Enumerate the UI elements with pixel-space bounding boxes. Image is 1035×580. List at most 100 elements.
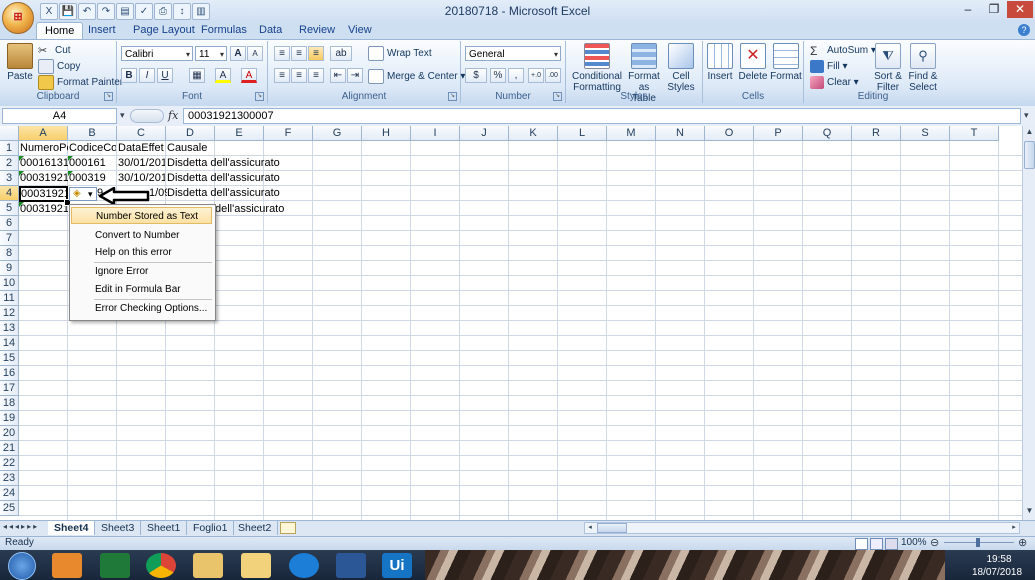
scroll-right-icon[interactable]: ▸: [1009, 523, 1019, 533]
cell-D1[interactable]: Causale: [166, 141, 307, 156]
explorer-icon[interactable]: [193, 553, 223, 578]
fill-color-button[interactable]: A: [215, 68, 231, 83]
insert-sheet-icon[interactable]: [280, 522, 296, 534]
cell-B3[interactable]: 000319: [68, 171, 116, 186]
select-all-corner[interactable]: [0, 126, 19, 141]
sheet-tab-foglio1[interactable]: Foglio1: [187, 521, 235, 535]
tab-page-layout[interactable]: Page Layout: [125, 22, 203, 39]
row-header-9[interactable]: 9: [0, 261, 19, 276]
row-header-13[interactable]: 13: [0, 321, 19, 336]
row-header-18[interactable]: 18: [0, 396, 19, 411]
column-header-r[interactable]: R: [852, 126, 901, 141]
formula-input[interactable]: 00031921300007: [183, 108, 1021, 124]
wrap-text-button[interactable]: Wrap Text: [368, 46, 432, 61]
column-header-b[interactable]: B: [68, 126, 117, 141]
align-middle-button[interactable]: ≡: [291, 46, 307, 61]
borders-button[interactable]: ▦: [189, 68, 205, 83]
media-player-icon[interactable]: [52, 553, 82, 578]
expand-formula-bar-icon[interactable]: ▾: [1024, 110, 1029, 121]
cut-button[interactable]: ✂ Cut: [38, 43, 71, 58]
align-top-button[interactable]: ≡: [274, 46, 290, 61]
font-name-select[interactable]: Calibri ▾: [121, 46, 193, 61]
shrink-font-button[interactable]: A: [247, 46, 263, 61]
row-header-5[interactable]: 5: [0, 201, 19, 216]
column-header-q[interactable]: Q: [803, 126, 852, 141]
cell-A2[interactable]: 000161313: [19, 156, 68, 171]
sync-icon[interactable]: [289, 553, 319, 578]
column-header-s[interactable]: S: [901, 126, 950, 141]
cell-D3[interactable]: Disdetta dell'assicurato: [166, 171, 307, 186]
font-launcher-icon[interactable]: ↘: [255, 92, 264, 101]
row-header-8[interactable]: 8: [0, 246, 19, 261]
insert-function-icon[interactable]: fx: [168, 108, 182, 124]
column-header-p[interactable]: P: [754, 126, 803, 141]
tab-view[interactable]: View: [340, 22, 380, 39]
delete-cells-button[interactable]: ✕ Delete: [737, 43, 769, 82]
bold-button[interactable]: B: [121, 68, 137, 83]
menu-item-edit-in-formula-bar[interactable]: Edit in Formula Bar: [71, 281, 212, 298]
orientation-button[interactable]: ab: [330, 46, 352, 61]
row-header-22[interactable]: 22: [0, 456, 19, 471]
underline-button[interactable]: U: [157, 68, 173, 83]
number-launcher-icon[interactable]: ↘: [553, 92, 562, 101]
horizontal-scrollbar[interactable]: ◂ ▸: [584, 522, 1020, 534]
vertical-scrollbar[interactable]: ▲ ▼: [1022, 126, 1035, 520]
column-header-c[interactable]: C: [117, 126, 166, 141]
start-button-icon[interactable]: [8, 552, 36, 580]
clear-button[interactable]: Clear ▾: [810, 75, 859, 90]
row-header-2[interactable]: 2: [0, 156, 19, 171]
row-header-21[interactable]: 21: [0, 441, 19, 456]
row-header-10[interactable]: 10: [0, 276, 19, 291]
comma-button[interactable]: ,: [508, 68, 524, 83]
menu-item-ignore-error[interactable]: Ignore Error: [71, 263, 212, 280]
tab-insert[interactable]: Insert: [80, 22, 124, 39]
excel-taskbar-icon[interactable]: [100, 553, 130, 578]
decrease-decimal-button[interactable]: .00: [545, 68, 561, 83]
cell-A1[interactable]: NumeroPo: [19, 141, 68, 156]
tab-formulas[interactable]: Formulas: [193, 22, 255, 39]
row-header-24[interactable]: 24: [0, 486, 19, 501]
cell-C4[interactable]: 1/09/201: [148, 186, 167, 201]
tab-review[interactable]: Review: [291, 22, 343, 39]
column-header-i[interactable]: I: [411, 126, 460, 141]
column-header-o[interactable]: O: [705, 126, 754, 141]
column-header-l[interactable]: L: [558, 126, 607, 141]
number-format-select[interactable]: General ▾: [465, 46, 561, 61]
tab-home[interactable]: Home: [36, 22, 84, 40]
cell-D4[interactable]: Disdetta dell'assicurato: [166, 186, 307, 201]
cell-C1[interactable]: DataEffet: [117, 141, 165, 156]
sheet-nav-arrows-icon[interactable]: ◂◂◂▸▸▸: [3, 522, 39, 531]
zoom-slider-thumb[interactable]: [976, 538, 980, 547]
fill-button[interactable]: Fill ▾: [810, 59, 848, 74]
column-header-e[interactable]: E: [215, 126, 264, 141]
cell-A5[interactable]: 000319213: [19, 202, 68, 217]
italic-button[interactable]: I: [139, 68, 155, 83]
menu-item-convert-to-number[interactable]: Convert to Number: [71, 227, 212, 244]
row-header-3[interactable]: 3: [0, 171, 19, 186]
cell-B1[interactable]: CodiceCo: [68, 141, 116, 156]
column-header-k[interactable]: K: [509, 126, 558, 141]
normal-view-icon[interactable]: [855, 538, 868, 550]
merge-center-button[interactable]: Merge & Center ▾: [368, 69, 465, 84]
align-right-button[interactable]: ≡: [308, 68, 324, 83]
outlook-folder-icon[interactable]: [241, 553, 271, 578]
name-box[interactable]: A4: [2, 108, 117, 124]
scroll-left-icon[interactable]: ◂: [585, 523, 595, 533]
menu-item-error-checking-options[interactable]: Error Checking Options...: [71, 300, 212, 317]
sheet-tab-sheet1[interactable]: Sheet1: [141, 521, 188, 535]
font-size-select[interactable]: 11 ▾: [195, 46, 227, 61]
format-cells-button[interactable]: Format: [770, 43, 802, 82]
cell-C2[interactable]: 30/01/201: [117, 156, 165, 171]
column-header-h[interactable]: H: [362, 126, 411, 141]
align-bottom-button[interactable]: ≡: [308, 46, 324, 61]
increase-indent-button[interactable]: ⇥: [347, 68, 363, 83]
uipath-icon[interactable]: Ui: [382, 553, 412, 578]
cell-B2[interactable]: 000161: [68, 156, 116, 171]
alignment-launcher-icon[interactable]: ↘: [448, 92, 457, 101]
find-select-button[interactable]: ⚲ Find & Select: [906, 43, 940, 93]
column-header-m[interactable]: M: [607, 126, 656, 141]
sheet-tab-sheet2[interactable]: Sheet2: [232, 521, 279, 535]
name-box-dropdown-icon[interactable]: ▾: [120, 110, 125, 121]
cell-A3[interactable]: 000319210: [19, 171, 68, 186]
paste-button[interactable]: Paste: [4, 43, 36, 82]
